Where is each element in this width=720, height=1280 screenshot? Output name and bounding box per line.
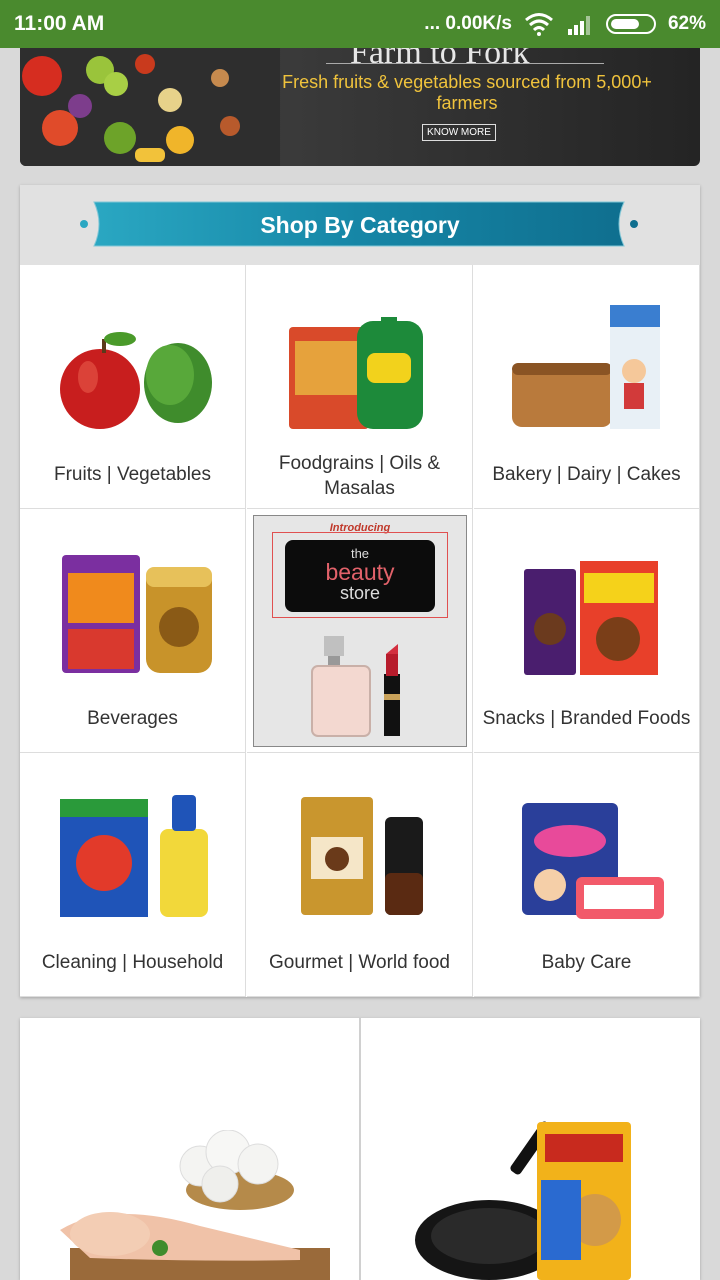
category-label: Baby Care <box>541 952 632 973</box>
promo-card <box>20 1018 700 1280</box>
signal-icon <box>567 16 590 35</box>
beauty-logo-store: store <box>339 583 381 603</box>
category-label: Snacks | Branded Foods <box>482 708 691 729</box>
banner-subtitle: Fresh fruits & vegetables sourced from 5… <box>282 72 652 113</box>
beauty-store-logo: the beauty store <box>285 540 435 612</box>
category-label: Cleaning | Household <box>41 952 224 973</box>
shop-by-category-card: Shop By Category Fruits | Vegetables Foo… <box>20 185 700 997</box>
know-more-button[interactable]: KNOW MORE <box>422 124 496 141</box>
category-grid: Fruits | Vegetables Foodgrains | Oils & … <box>20 265 700 997</box>
banner-divider <box>326 63 604 64</box>
promo-tile-eggs-chicken[interactable] <box>20 1018 359 1280</box>
wifi-icon <box>525 13 553 36</box>
category-cleaning-household[interactable]: Cleaning | Household <box>20 753 246 997</box>
perfume-lipstick-image <box>311 636 400 737</box>
beauty-store-tile: Introducing the beauty store <box>253 515 467 747</box>
category-label: Foodgrains | Oils & Masalas <box>278 453 441 499</box>
beauty-logo-beauty: beauty <box>325 559 395 585</box>
surf-lizol-image <box>60 795 208 917</box>
vegetables-image <box>20 48 280 166</box>
bread-milk-image <box>512 305 660 429</box>
promo-tile-pet-kitchen[interactable] <box>361 1018 700 1280</box>
category-snacks-branded[interactable]: Snacks | Branded Foods <box>474 509 700 753</box>
battery-icon <box>605 14 656 34</box>
pan-dogfood-image <box>415 1121 631 1280</box>
category-title: Shop By Category <box>260 212 460 238</box>
eggs-chicken-image <box>60 1130 330 1280</box>
silk-chocos-image <box>524 561 658 675</box>
category-fruits-vegetables[interactable]: Fruits | Vegetables <box>20 265 246 509</box>
category-label: Fruits | Vegetables <box>53 464 212 485</box>
network-speed: ... 0.00K/s <box>424 13 512 34</box>
status-indicators: ... 0.00K/s 62% <box>424 12 706 36</box>
category-foodgrains-oils[interactable]: Foodgrains | Oils & Masalas <box>247 265 473 509</box>
lindt-coffee-image <box>301 797 423 915</box>
category-label: Bakery | Dairy | Cakes <box>492 464 681 485</box>
bournvita-tea-image <box>62 555 212 673</box>
status-bar: 11:00 AM ... 0.00K/s 62% <box>0 0 720 48</box>
battery-percent: 62% <box>667 13 706 34</box>
category-beauty-store[interactable]: Introducing the beauty store <box>247 509 473 753</box>
category-beverages[interactable]: Beverages <box>20 509 246 753</box>
banner-title: Farm to Fork <box>350 48 530 71</box>
status-time: 11:00 AM <box>14 12 105 35</box>
farm-to-fork-banner[interactable]: Farm to Fork Fresh fruits & vegetables s… <box>20 48 700 166</box>
apple-spinach-image <box>60 332 212 429</box>
category-label: Gourmet | World food <box>269 952 450 973</box>
category-bakery-dairy[interactable]: Bakery | Dairy | Cakes <box>474 265 700 509</box>
foodgrains-oil-image <box>289 317 423 429</box>
category-gourmet-world-food[interactable]: Gourmet | World food <box>247 753 473 997</box>
category-header: Shop By Category <box>20 185 700 265</box>
category-baby-care[interactable]: Baby Care <box>474 753 700 997</box>
category-label: Beverages <box>87 708 178 729</box>
diapers-wipes-image <box>522 803 664 919</box>
